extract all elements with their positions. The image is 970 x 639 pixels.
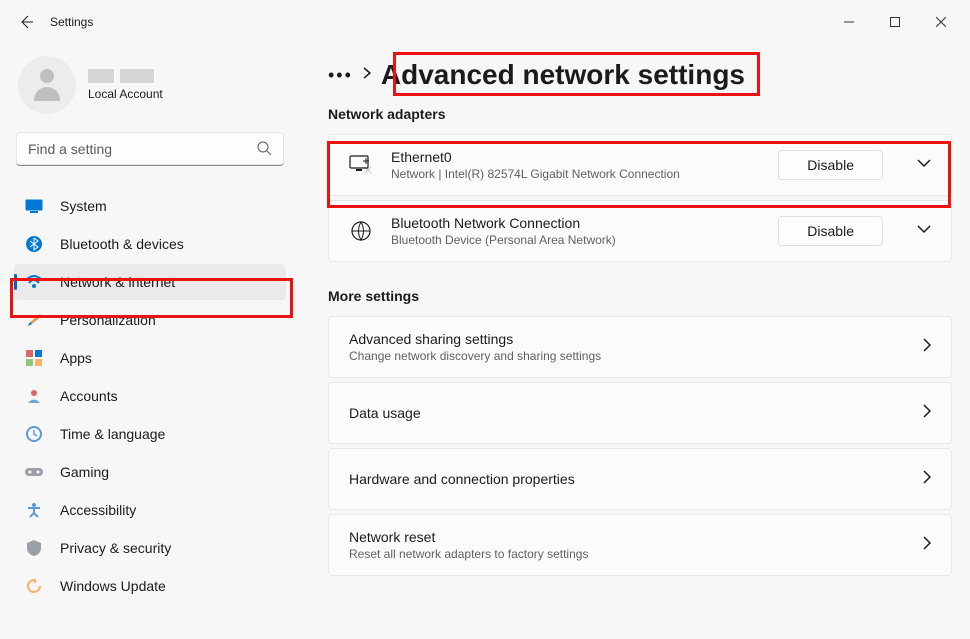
chevron-right-icon [923,404,931,423]
chevron-down-icon [917,159,931,169]
sidebar-item-label: Network & internet [60,274,175,290]
bluetooth-icon [24,234,44,254]
adapter-name: Bluetooth Network Connection [391,215,760,231]
sidebar: Local Account System Bluetooth & devices… [0,44,300,639]
more-title: Advanced sharing settings [349,331,923,347]
more-title: Data usage [349,405,923,421]
display-icon [24,196,44,216]
disable-button[interactable]: Disable [778,216,883,246]
adapter-description: Network | Intel(R) 82574L Gigabit Networ… [391,167,760,181]
breadcrumb-overflow-button[interactable]: ••• [328,65,353,86]
shield-icon [24,538,44,558]
sidebar-item-label: Bluetooth & devices [60,236,184,252]
sidebar-item-apps[interactable]: Apps [14,340,286,376]
more-subtitle: Reset all network adapters to factory se… [349,547,923,561]
globe-icon [349,220,373,242]
sidebar-item-gaming[interactable]: Gaming [14,454,286,490]
window-title: Settings [50,15,93,29]
disable-button[interactable]: Disable [778,150,883,180]
sidebar-item-label: Accounts [60,388,118,404]
sidebar-item-time[interactable]: Time & language [14,416,286,452]
maximize-icon [890,17,900,27]
titlebar: Settings [0,0,970,44]
person-icon [24,386,44,406]
profile-block[interactable]: Local Account [14,52,286,132]
search-box[interactable] [16,132,284,166]
sidebar-item-accessibility[interactable]: Accessibility [14,492,286,528]
adapters-heading: Network adapters [328,106,952,122]
close-button[interactable] [918,7,964,37]
nav-list: System Bluetooth & devices Network & int… [14,188,286,604]
sidebar-item-label: Windows Update [60,578,166,594]
chevron-down-icon [917,225,931,235]
sidebar-item-label: Accessibility [60,502,136,518]
update-icon [24,576,44,596]
accessibility-icon [24,500,44,520]
more-card-data-usage[interactable]: Data usage [328,382,952,444]
sidebar-item-privacy[interactable]: Privacy & security [14,530,286,566]
gamepad-icon [24,462,44,482]
adapter-card-bluetooth[interactable]: Bluetooth Network Connection Bluetooth D… [328,200,952,262]
sidebar-item-personalization[interactable]: Personalization [14,302,286,338]
sidebar-item-bluetooth[interactable]: Bluetooth & devices [14,226,286,262]
chevron-right-icon [923,338,931,357]
breadcrumb: ••• Advanced network settings [328,48,952,102]
sidebar-item-label: Personalization [60,312,156,328]
chevron-right-icon [363,66,371,84]
adapter-card-ethernet[interactable]: Ethernet0 Network | Intel(R) 82574L Giga… [328,134,952,196]
more-card-reset[interactable]: Network reset Reset all network adapters… [328,514,952,576]
more-settings-heading: More settings [328,288,952,304]
more-subtitle: Change network discovery and sharing set… [349,349,923,363]
chevron-right-icon [923,536,931,555]
sidebar-item-label: Gaming [60,464,109,480]
monitor-icon [349,155,373,175]
maximize-button[interactable] [872,7,918,37]
paintbrush-icon [24,310,44,330]
search-icon [256,140,272,161]
search-input[interactable] [16,132,284,166]
sidebar-item-label: Privacy & security [60,540,171,556]
sidebar-item-update[interactable]: Windows Update [14,568,286,604]
sidebar-item-label: Apps [60,350,92,366]
sidebar-item-network[interactable]: Network & internet [14,264,286,300]
wifi-icon [24,272,44,292]
close-icon [936,17,946,27]
sidebar-item-accounts[interactable]: Accounts [14,378,286,414]
more-title: Network reset [349,529,923,545]
clock-icon [24,424,44,444]
minimize-button[interactable] [826,7,872,37]
sidebar-item-label: System [60,198,107,214]
expand-button[interactable] [917,222,931,240]
back-button[interactable] [6,2,46,42]
minimize-icon [844,17,854,27]
more-title: Hardware and connection properties [349,471,923,487]
avatar [18,56,76,114]
adapter-description: Bluetooth Device (Personal Area Network) [391,233,760,247]
more-card-sharing[interactable]: Advanced sharing settings Change network… [328,316,952,378]
window-controls [826,7,964,37]
adapter-name: Ethernet0 [391,149,760,165]
page-title: Advanced network settings [381,59,745,91]
sidebar-item-label: Time & language [60,426,165,442]
main-content: ••• Advanced network settings Network ad… [300,44,970,639]
more-card-hardware[interactable]: Hardware and connection properties [328,448,952,510]
profile-account-type: Local Account [88,87,163,101]
chevron-right-icon [923,470,931,489]
profile-name-redacted [88,69,163,83]
arrow-left-icon [18,14,34,30]
expand-button[interactable] [917,156,931,174]
apps-icon [24,348,44,368]
sidebar-item-system[interactable]: System [14,188,286,224]
avatar-icon [29,67,65,103]
